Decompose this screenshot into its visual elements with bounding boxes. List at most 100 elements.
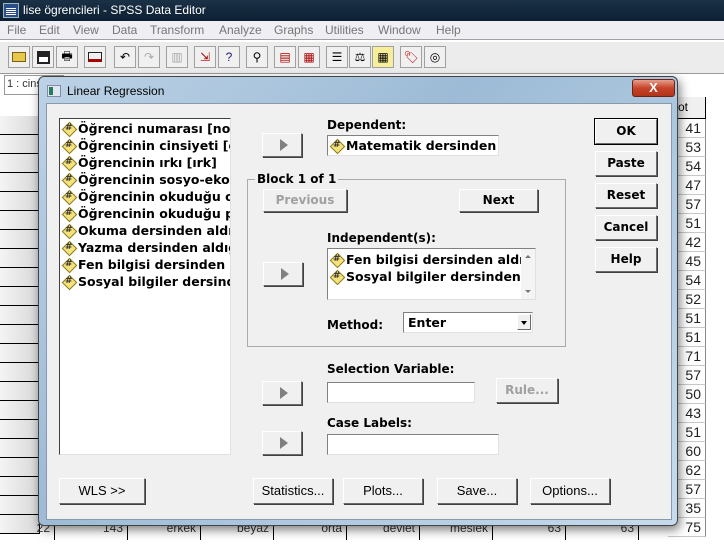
plots-button[interactable]: Plots...	[343, 478, 423, 504]
row-header[interactable]	[0, 173, 40, 192]
row-header[interactable]	[0, 439, 40, 458]
help-button[interactable]: Help	[595, 247, 657, 272]
close-button[interactable]: X	[632, 79, 675, 97]
scroll-down-icon[interactable]	[525, 290, 531, 293]
numeric-variable-icon	[62, 154, 75, 171]
source-variable-item[interactable]: Okuma dersinden aldığı	[60, 222, 230, 239]
numeric-variable-icon	[62, 273, 75, 290]
chart-icon[interactable]: ▥	[166, 46, 188, 68]
move-selection-variable-button[interactable]	[262, 381, 302, 405]
paste-button[interactable]: Paste	[595, 151, 657, 176]
selection-variable-field[interactable]	[327, 382, 475, 403]
row-header[interactable]	[0, 268, 40, 287]
find-icon[interactable]: ⚲	[246, 46, 268, 68]
undo-icon[interactable]: ↶	[114, 46, 136, 68]
source-variable-item[interactable]: Öğrenci numarası [no]	[60, 120, 230, 137]
open-icon[interactable]	[8, 46, 30, 68]
independents-scrollbar[interactable]	[521, 249, 535, 299]
row-header[interactable]	[0, 477, 40, 496]
method-value: Enter	[408, 315, 447, 330]
independents-list[interactable]: Fen bilgisi dersinden aldığı Sosyal bilgi…	[327, 248, 536, 300]
selection-variable-label: Selection Variable:	[327, 362, 455, 376]
block-label: Block 1 of 1	[255, 172, 339, 186]
row-header[interactable]	[0, 344, 40, 363]
method-label: Method:	[327, 318, 383, 332]
print-icon[interactable]: 🖶	[56, 46, 78, 68]
row-header[interactable]	[0, 420, 40, 439]
options-button[interactable]: Options...	[530, 478, 610, 504]
scroll-up-icon[interactable]	[525, 255, 531, 258]
source-variable-item[interactable]: Fen bilgisi dersinden aldığı	[60, 256, 230, 273]
menu-window[interactable]: Window	[378, 23, 421, 37]
ok-button[interactable]: OK	[594, 118, 658, 145]
dependent-value: Matematik dersinden aldığı	[346, 138, 498, 153]
row-header[interactable]	[0, 496, 40, 515]
source-variable-item[interactable]: Sosyal bilgiler dersinden	[60, 273, 230, 290]
row-header[interactable]	[0, 211, 40, 230]
row-header[interactable]	[0, 325, 40, 344]
move-dependent-button[interactable]	[262, 133, 302, 157]
save-icon[interactable]	[32, 46, 54, 68]
row-header[interactable]	[0, 458, 40, 477]
source-variable-item[interactable]: Öğrencinin okuduğu okul	[60, 188, 230, 205]
source-variable-list[interactable]: Öğrenci numarası [no] Öğrencinin cinsiyet…	[59, 118, 231, 455]
chevron-down-icon[interactable]	[517, 314, 531, 330]
insert-variable-icon[interactable]: ▦	[298, 46, 320, 68]
source-variable-item[interactable]: Öğrencinin okuduğu program	[60, 205, 230, 222]
menu-file[interactable]: File	[7, 23, 26, 37]
row-header[interactable]	[0, 306, 40, 325]
row-header[interactable]	[0, 382, 40, 401]
menu-transform[interactable]: Transform	[150, 23, 204, 37]
source-variable-item[interactable]: Öğrencinin cinsiyeti [cins]	[60, 137, 230, 154]
statistics-button[interactable]: Statistics...	[253, 478, 333, 504]
numeric-variable-icon	[330, 137, 343, 154]
save-button[interactable]: Save...	[437, 478, 517, 504]
dialog-recall-icon[interactable]	[84, 46, 106, 68]
row-header[interactable]	[0, 154, 40, 173]
goto-case-icon[interactable]: ⇲	[194, 46, 216, 68]
independent-variable-item[interactable]: Fen bilgisi dersinden aldığı	[328, 251, 521, 268]
variables-icon[interactable]: ?	[218, 46, 240, 68]
insert-cases-icon[interactable]: ▤	[274, 46, 296, 68]
row-header[interactable]	[0, 116, 40, 135]
split-file-icon[interactable]: ☰	[326, 46, 348, 68]
menu-edit[interactable]: Edit	[39, 23, 60, 37]
menu-utilities[interactable]: Utilities	[325, 23, 364, 37]
independent-variable-item[interactable]: Sosyal bilgiler dersinden aldığı	[328, 268, 521, 285]
row-header[interactable]	[0, 135, 40, 154]
row-header[interactable]	[0, 287, 40, 306]
method-select[interactable]: Enter	[403, 312, 533, 333]
rule-button[interactable]: Rule...	[496, 378, 558, 403]
value-labels-icon[interactable]: 🏷	[400, 46, 422, 68]
row-header[interactable]	[0, 363, 40, 382]
row-header[interactable]	[0, 192, 40, 211]
variable-label: Öğrencinin sosyo-ekonomik	[78, 172, 230, 187]
use-sets-icon[interactable]: ◎	[424, 46, 446, 68]
menu-analyze[interactable]: Analyze	[219, 23, 262, 37]
redo-icon[interactable]: ↷	[138, 46, 160, 68]
row-header[interactable]	[0, 249, 40, 268]
menu-help[interactable]: Help	[436, 23, 461, 37]
menu-graphs[interactable]: Graphs	[274, 23, 313, 37]
source-variable-item[interactable]: Öğrencinin sosyo-ekonomik	[60, 171, 230, 188]
dependent-field[interactable]: Matematik dersinden aldığı	[327, 135, 499, 156]
row-header[interactable]	[0, 230, 40, 249]
source-variable-item[interactable]: Öğrencinin ırkı [ırk]	[60, 154, 230, 171]
numeric-variable-icon	[62, 188, 75, 205]
menu-view[interactable]: View	[73, 23, 99, 37]
move-case-labels-button[interactable]	[262, 431, 302, 455]
source-variable-item[interactable]: Yazma dersinden aldığı	[60, 239, 230, 256]
cancel-button[interactable]: Cancel	[595, 215, 657, 240]
select-cases-icon[interactable]: ▦	[372, 46, 394, 68]
case-labels-label: Case Labels:	[327, 416, 412, 430]
case-labels-field[interactable]	[327, 434, 499, 455]
next-button[interactable]: Next	[459, 189, 538, 212]
move-independent-button[interactable]	[263, 262, 303, 286]
wls-button[interactable]: WLS >>	[59, 478, 145, 504]
reset-button[interactable]: Reset	[595, 183, 657, 208]
weight-cases-icon[interactable]: ⚖	[349, 46, 371, 68]
menu-data[interactable]: Data	[112, 23, 137, 37]
row-header[interactable]	[0, 401, 40, 420]
previous-button[interactable]: Previous	[263, 189, 347, 212]
numeric-variable-icon	[62, 256, 75, 273]
